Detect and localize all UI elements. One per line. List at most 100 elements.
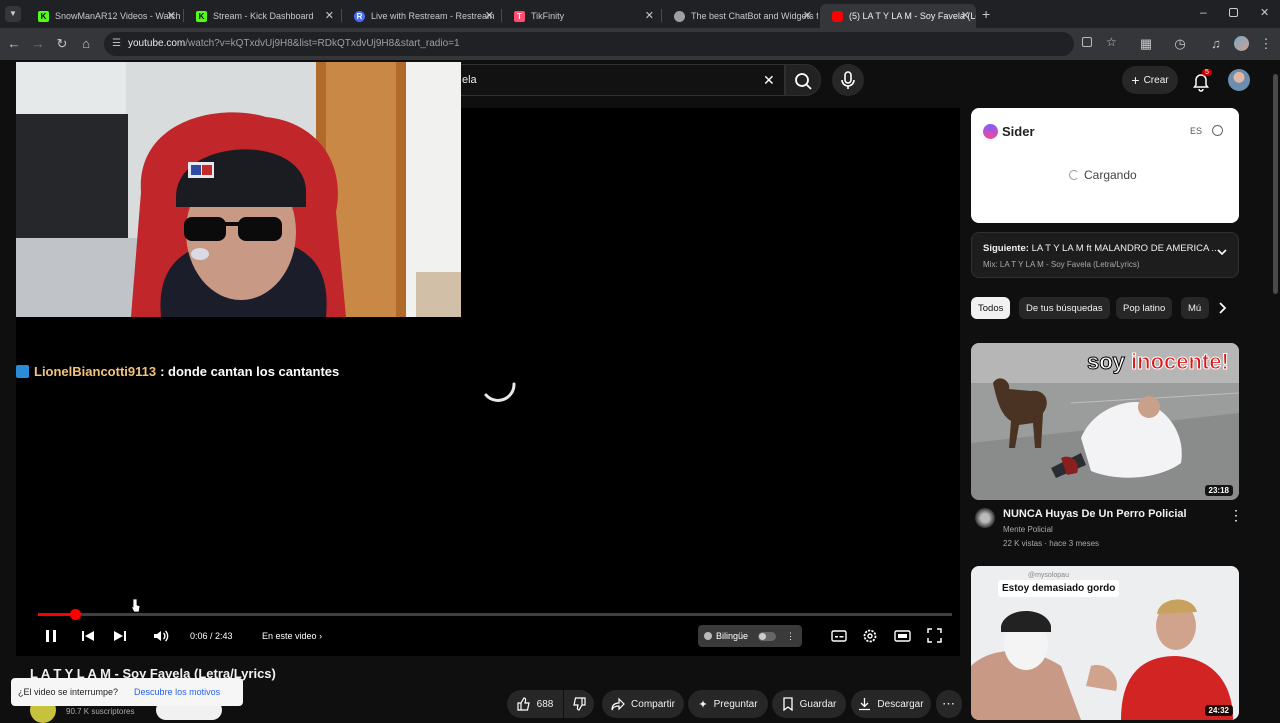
create-button[interactable]: + Crear [1122,66,1178,94]
ask-button[interactable]: ✦ Preguntar [688,690,768,718]
tab-search-button[interactable]: ▼ [5,6,21,22]
create-label: Crear [1143,74,1169,86]
more-actions-button[interactable]: ⋯ [936,690,962,718]
scrollbar-thumb[interactable] [1273,74,1278,294]
browser-tab[interactable]: T TikFinity ✕ [502,4,660,28]
theater-mode-button[interactable] [894,629,911,643]
chat-overlay-message: LionelBiancotti9113 : donde cantan los c… [16,364,339,379]
page-scrollbar[interactable] [1271,62,1280,720]
close-icon[interactable]: ✕ [485,9,494,22]
clear-search-icon[interactable]: ✕ [763,72,775,89]
thumbs-up-icon [517,697,530,711]
maximize-icon[interactable] [1229,8,1238,17]
search-button[interactable] [785,64,821,96]
video-thumbnail[interactable]: @mysolopau Estoy demasiado gordo 24:32 [971,566,1239,720]
close-window-icon[interactable]: ✕ [1260,6,1269,19]
close-icon[interactable]: ✕ [167,9,176,22]
thumbnail-caption: soy inocente! [1087,349,1230,375]
chat-username: LionelBiancotti9113 [34,364,157,379]
forward-icon[interactable]: → [30,36,46,51]
new-tab-button[interactable]: + [982,6,990,22]
fullscreen-button[interactable] [927,628,942,643]
chevron-right-icon [1219,302,1227,314]
history-icon[interactable]: ◷ [1172,36,1188,52]
tikfinity-favicon-icon: T [514,10,525,22]
tab-title: SnowManAR12 Videos - Watch [55,11,181,21]
settings-button[interactable] [862,628,878,644]
loading-spinner-icon [478,364,518,404]
next-button[interactable] [112,628,128,644]
address-bar[interactable]: ☰ youtube.com/watch?v=kQTxdvUj9H8&list=R… [104,32,1117,56]
playlist-next-panel[interactable]: Siguiente: LA T Y LA M ft MALANDRO DE AM… [971,232,1239,278]
save-button[interactable]: Guardar [772,690,846,718]
close-icon[interactable]: ✕ [645,9,654,22]
home-icon[interactable]: ⌂ [78,36,94,51]
browser-tab[interactable]: K Stream - Kick Dashboard ✕ [184,4,340,28]
pause-icon [46,630,56,642]
share-button[interactable]: Compartir [602,690,684,718]
chevron-right-icon: › [319,631,323,641]
chip-todos[interactable]: Todos [971,297,1011,319]
next-up-text: Siguiente: LA T Y LA M ft MALANDRO DE AM… [983,243,1219,254]
sider-settings-icon[interactable] [1212,125,1223,136]
sider-language[interactable]: ES [1190,126,1202,136]
browser-tab-active[interactable]: (5) LA T Y LA M - Soy Favela (Le ✕ [820,4,976,28]
minimize-icon[interactable]: – [1200,5,1207,19]
pause-button[interactable] [44,628,58,644]
video-card-title[interactable]: NUNCA Huyas De Un Perro Policial [1003,508,1187,520]
video-progress-bar[interactable] [38,609,952,620]
browser-tab[interactable]: K SnowManAR12 Videos - Watch ✕ [26,4,182,28]
bilingual-label: Bilingüe [716,631,749,641]
video-thumbnail[interactable]: soy inocente! 23:18 [971,343,1239,500]
reload-icon[interactable]: ↻ [54,36,70,52]
subscriber-count: 90.7 K suscriptores [66,707,135,716]
more-vert-icon[interactable]: ⋮ [786,631,795,642]
volume-button[interactable] [152,628,170,644]
url-text: youtube.com/watch?v=kQTxdvUj9H8&list=RDk… [128,38,460,49]
close-icon[interactable]: ✕ [961,9,970,22]
browser-tab[interactable]: The best ChatBot and Widgets f ✕ [662,4,818,28]
media-controls-icon[interactable]: ♫ [1208,36,1224,51]
install-app-icon[interactable] [1082,37,1092,47]
channel-avatar[interactable] [975,508,995,528]
profile-avatar[interactable] [1234,36,1249,51]
close-icon[interactable]: ✕ [325,9,334,22]
toggle-switch[interactable] [758,631,777,641]
download-button[interactable]: Descargar [851,690,931,718]
video-duration: 24:32 [1204,705,1233,716]
extensions-icon[interactable]: ▦ [1138,36,1154,52]
chip-music[interactable]: Mú [1181,297,1209,319]
like-button[interactable]: 688 [507,690,563,718]
skip-previous-icon [82,631,94,641]
chip-from-searches[interactable]: De tus búsquedas [1019,297,1110,319]
back-icon[interactable]: ← [6,36,22,51]
previous-button[interactable] [80,628,96,644]
close-icon[interactable]: ✕ [803,9,812,22]
bilingual-toggle[interactable]: Bilingüe ⋮ [698,625,802,647]
more-vert-icon[interactable]: ⋮ [1229,507,1243,524]
chevron-down-icon[interactable] [1216,247,1228,257]
download-label: Descargar [877,698,924,710]
voice-search-button[interactable] [832,64,864,96]
chips-next-button[interactable] [1213,299,1231,317]
search-input[interactable]: ela ✕ [460,64,785,96]
dislike-button[interactable] [564,690,594,718]
chapters-button[interactable]: En este video › [262,631,322,641]
browser-tab[interactable]: R Live with Restream - Restream ✕ [342,4,500,28]
chat-message: : donde cantan los cantantes [160,364,340,379]
search-query: ela [462,74,477,86]
browser-menu-icon[interactable]: ⋮ [1258,36,1274,52]
more-horiz-icon: ⋯ [942,696,956,711]
sider-extension-panel: Sider ES Cargando [971,108,1239,223]
toast-link[interactable]: Descubre los motivos [134,687,220,697]
chip-pop-latino[interactable]: Pop latino [1116,297,1173,319]
subtitles-button[interactable] [831,629,847,643]
youtube-favicon-icon [832,10,843,22]
site-info-icon[interactable]: ☰ [112,38,121,49]
video-card-channel[interactable]: Mente Policial [1003,525,1053,534]
progress-scrubber[interactable] [69,609,81,620]
notifications-button[interactable]: 5 [1190,69,1212,92]
chatbot-favicon-icon [674,10,685,22]
account-avatar[interactable] [1228,69,1250,91]
bookmark-star-icon[interactable]: ☆ [1106,35,1117,49]
